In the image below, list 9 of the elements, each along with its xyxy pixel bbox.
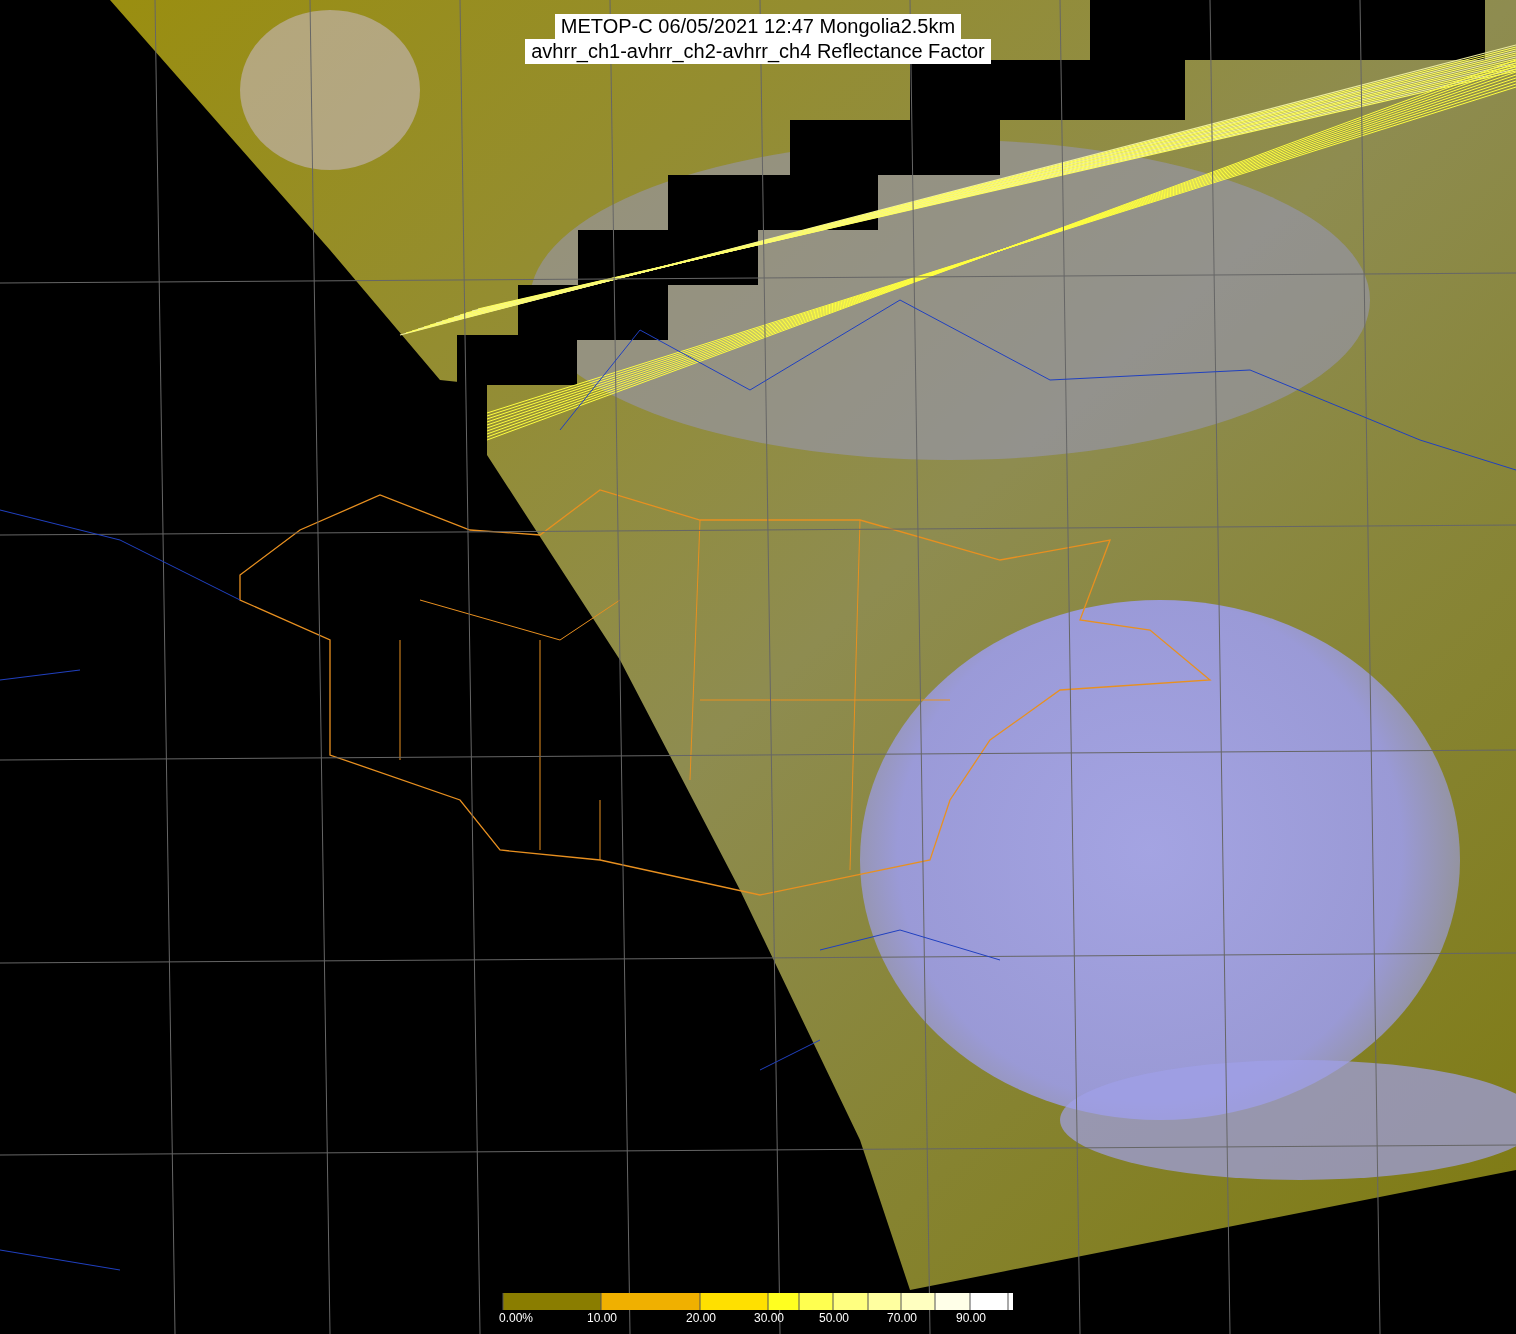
scale-label: 10.00 xyxy=(587,1311,618,1325)
scale-label: 20.00 xyxy=(686,1311,717,1325)
scale-label: 90.00 xyxy=(956,1311,987,1325)
image-title: avhrr_ch1-avhrr_ch2-avhrr_ch4 Reflectance Factor xyxy=(525,39,991,64)
scale-label: 0.00% xyxy=(499,1311,534,1325)
scale-label: 30.00 xyxy=(754,1311,785,1325)
image-title: METOP-C 06/05/2021 12:47 Mongolia2.5km xyxy=(554,14,962,39)
scale-label: 70.00 xyxy=(887,1311,918,1325)
scale-label: 50.00 xyxy=(819,1311,850,1325)
